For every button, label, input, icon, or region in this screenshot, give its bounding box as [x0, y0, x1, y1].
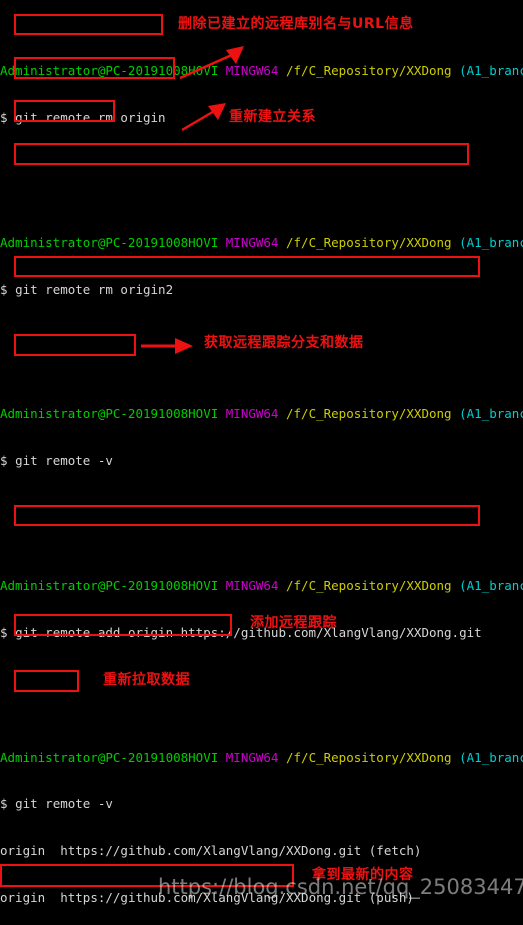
prompt-shell: MINGW64 [225, 63, 279, 79]
prompt-branch: (A1_branch) [459, 234, 523, 250]
prompt-path: /f/C_Repository/XXDong [286, 63, 452, 79]
remote-name: origin [0, 889, 46, 905]
prompt-user: Administrator@PC-20191008HOVI [0, 63, 219, 79]
output-line: origin https://github.com/XlangVlang/XXD… [0, 890, 523, 906]
prompt-shell: MINGW64 [225, 577, 279, 593]
prompt-shell: MINGW64 [225, 749, 279, 765]
prompt-line: Administrator@PC-20191008HOVI MINGW64 /f… [0, 235, 523, 251]
prompt-user: Administrator@PC-20191008HOVI [0, 577, 219, 593]
remote-url: https://github.com/XlangVlang/XXDong.git [60, 889, 362, 905]
prompt-dollar: $ [0, 796, 8, 812]
prompt-line: Administrator@PC-20191008HOVI MINGW64 /f… [0, 578, 523, 594]
prompt-user: Administrator@PC-20191008HOVI [0, 406, 219, 422]
prompt-shell: MINGW64 [225, 234, 279, 250]
git-bash-terminal[interactable]: Administrator@PC-20191008HOVI MINGW64 /f… [0, 0, 523, 925]
remote-kind: (push) [368, 889, 414, 905]
output-line: origin https://github.com/XlangVlang/XXD… [0, 843, 523, 859]
command-line[interactable]: $ git remote rm origin2 [0, 282, 523, 298]
terminal-output: Administrator@PC-20191008HOVI MINGW64 /f… [0, 0, 523, 925]
command-git-remote-rm-origin2[interactable]: git remote rm origin2 [15, 282, 173, 297]
remote-url: https://github.com/XlangVlang/XXDong.git [60, 843, 362, 859]
prompt-path: /f/C_Repository/XXDong [286, 234, 452, 250]
prompt-path: /f/C_Repository/XXDong [286, 749, 452, 765]
prompt-line: Administrator@PC-20191008HOVI MINGW64 /f… [0, 63, 523, 79]
command-git-remote-add-origin[interactable]: git remote add origin https://github.com… [15, 625, 482, 640]
command-line[interactable]: $ git remote rm origin [0, 110, 523, 126]
command-git-remote-v[interactable]: git remote -v [15, 453, 113, 468]
prompt-user: Administrator@PC-20191008HOVI [0, 234, 219, 250]
prompt-branch: (A1_branch) [459, 406, 523, 422]
command-line[interactable]: $ git remote add origin https://github.c… [0, 625, 523, 641]
command-line[interactable]: $ git remote -v [0, 453, 523, 469]
remote-name: origin [0, 843, 46, 859]
prompt-line: Administrator@PC-20191008HOVI MINGW64 /f… [0, 750, 523, 766]
command-git-remote-v-2[interactable]: git remote -v [15, 796, 113, 811]
prompt-dollar: $ [0, 281, 8, 297]
prompt-dollar: $ [0, 624, 8, 640]
prompt-branch: (A1_branch) [459, 577, 523, 593]
prompt-line: Administrator@PC-20191008HOVI MINGW64 /f… [0, 406, 523, 422]
prompt-shell: MINGW64 [225, 406, 279, 422]
prompt-user: Administrator@PC-20191008HOVI [0, 749, 219, 765]
command-line[interactable]: $ git remote -v [0, 796, 523, 812]
prompt-branch: (A1_branch) [459, 63, 523, 79]
prompt-dollar: $ [0, 110, 8, 126]
remote-kind: (fetch) [368, 843, 422, 859]
prompt-branch: (A1_branch) [459, 749, 523, 765]
prompt-dollar: $ [0, 453, 8, 469]
prompt-path: /f/C_Repository/XXDong [286, 406, 452, 422]
prompt-path: /f/C_Repository/XXDong [286, 577, 452, 593]
command-git-remote-rm-origin[interactable]: git remote rm origin [15, 110, 166, 125]
